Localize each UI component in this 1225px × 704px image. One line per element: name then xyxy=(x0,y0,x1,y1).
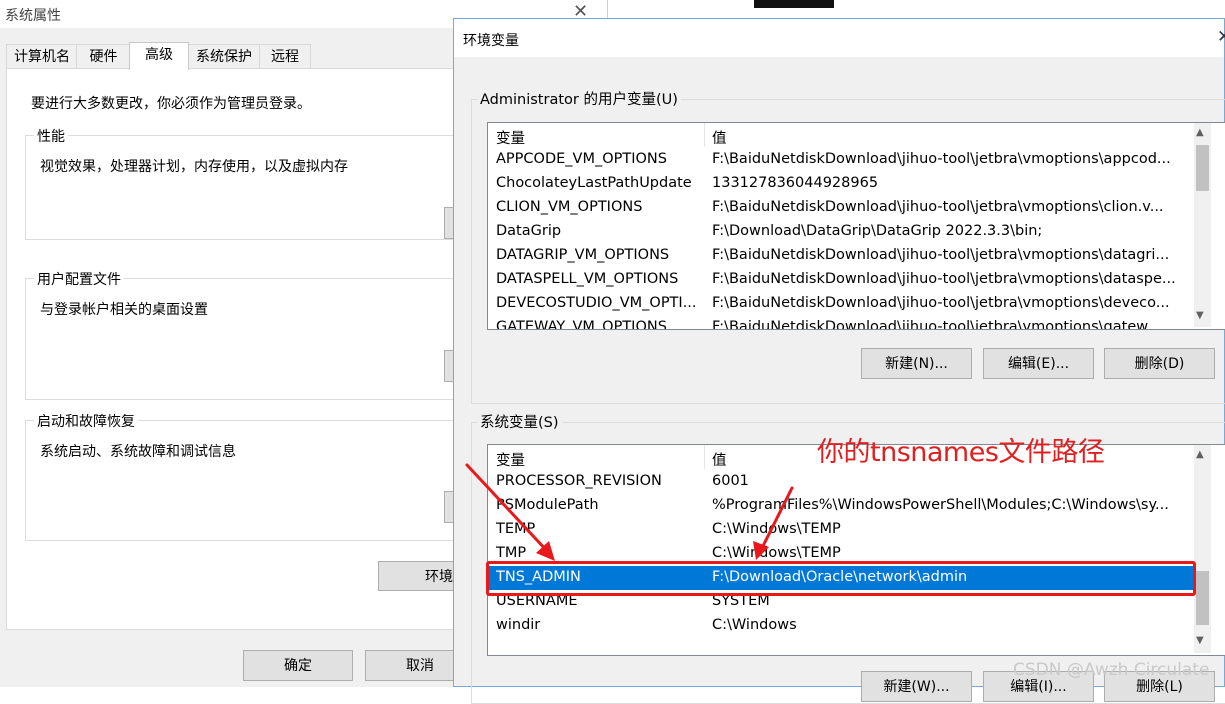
annotation-text: 你的tnsnames文件路径 xyxy=(817,437,1105,468)
tab-advanced[interactable]: 高级 xyxy=(129,42,189,70)
watermark: CSDN @Awzh Circulate xyxy=(1013,660,1210,680)
tab-label: 高级 xyxy=(145,47,173,63)
annotation-arrows xyxy=(465,463,794,561)
annotation-arrow-right xyxy=(759,486,794,552)
annotation-arrowhead-right xyxy=(753,541,769,560)
annotation-arrow-left xyxy=(465,463,550,554)
